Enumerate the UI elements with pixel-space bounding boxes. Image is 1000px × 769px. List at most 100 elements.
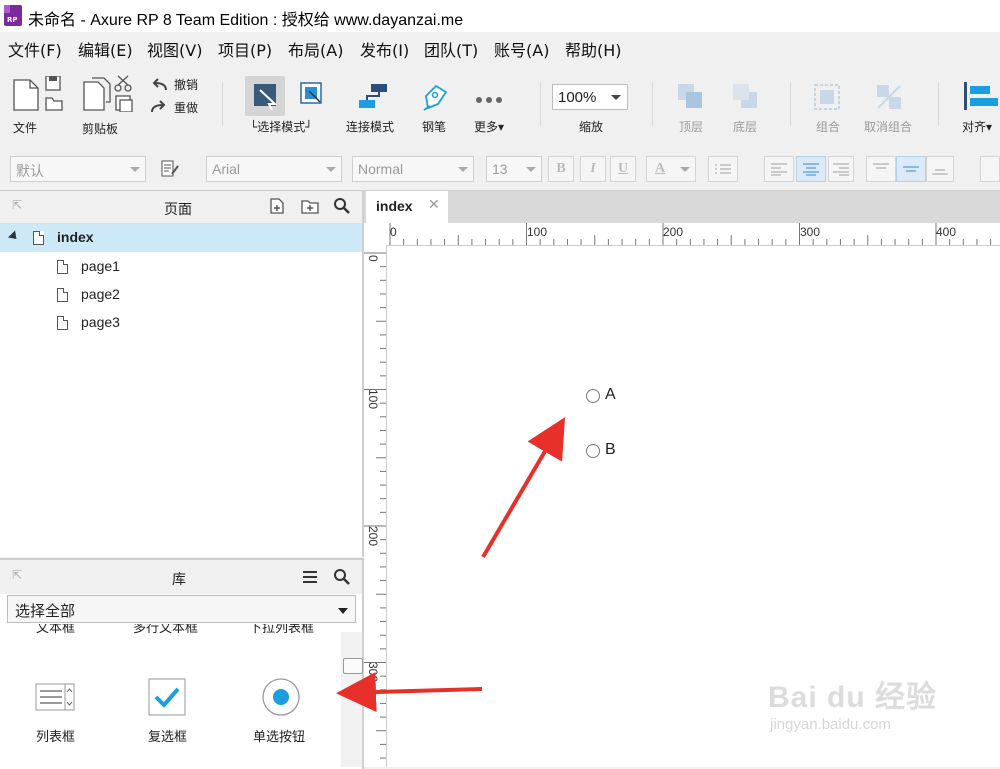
zoom-label: 缩放 [579, 120, 604, 134]
menu-help[interactable]: 帮助(H) [565, 37, 622, 61]
ruler-label: 100 [366, 389, 380, 410]
tab-index[interactable]: index ✕ [366, 191, 448, 223]
checkbox-widget-icon[interactable] [148, 678, 188, 722]
widget-label-checkbox[interactable]: 复选框 [148, 726, 187, 745]
pages-panel-header: ⇱ 页面 [0, 191, 362, 224]
title-bar: RP 未命名 - Axure RP 8 Team Edition : 授权给 w… [0, 0, 1000, 32]
align-top-icon[interactable] [866, 156, 896, 182]
page-icon [57, 288, 68, 302]
widget-label-radio-button[interactable]: 单选按钮 [253, 726, 305, 745]
ungroup-icon[interactable] [874, 82, 904, 116]
radio-button-widget-icon[interactable] [261, 677, 301, 721]
select-mode-label: └选择模式┘ [250, 120, 313, 134]
font-family-select[interactable]: Arial [206, 156, 342, 182]
menu-account[interactable]: 账号(A) [494, 37, 549, 61]
page-tree-item-page1[interactable]: page1 [81, 258, 120, 274]
search-icon[interactable] [333, 197, 351, 219]
file-new-icon[interactable] [10, 75, 70, 116]
watermark-url: jingyan.baidu.com [770, 716, 891, 733]
library-select-value: 选择全部 [15, 602, 76, 620]
library-select[interactable]: 选择全部 [7, 595, 356, 623]
bullet-list-icon[interactable] [708, 156, 738, 182]
bring-to-front-icon[interactable] [676, 82, 706, 116]
top-layer-label: 顶层 [679, 120, 704, 134]
connect-mode-icon[interactable] [357, 82, 389, 118]
page-icon [33, 231, 44, 245]
widget-label[interactable]: 多行文本框 [133, 624, 198, 636]
listbox-widget-icon[interactable] [35, 680, 75, 716]
zoom-select[interactable]: 100% [552, 84, 628, 110]
widget-label[interactable]: 下拉列表框 [249, 624, 314, 636]
close-icon[interactable]: ✕ [428, 197, 440, 213]
pen-icon[interactable] [422, 82, 450, 116]
add-folder-icon[interactable] [300, 197, 320, 219]
align-left-icon[interactable] [764, 156, 794, 182]
page-tree-item-page2[interactable]: page2 [81, 286, 120, 302]
radio-circle-icon[interactable] [586, 444, 600, 458]
ungroup-label: 取消组合 [864, 120, 913, 134]
align-middle-icon[interactable] [896, 156, 926, 182]
bold-button[interactable]: B [548, 156, 574, 182]
page-icon [57, 260, 68, 274]
vertical-ruler: 0 100 200 300 [364, 245, 387, 767]
menu-team[interactable]: 团队(T) [424, 37, 478, 61]
menu-icon[interactable] [301, 569, 319, 589]
widget-label[interactable]: 文本框 [36, 624, 75, 636]
fill-color-button[interactable] [980, 156, 1000, 182]
radio-label: A [605, 386, 616, 403]
redo-button[interactable]: 重做 [174, 99, 198, 116]
italic-button[interactable]: I [580, 156, 606, 182]
clipboard-icon[interactable] [80, 74, 136, 116]
widget-label-listbox[interactable]: 列表框 [36, 726, 75, 745]
watermark-brand: Bai du 经验 [768, 681, 938, 714]
font-color-button[interactable]: A [646, 156, 696, 182]
menu-view[interactable]: 视图(V) [147, 37, 202, 61]
undo-icon[interactable] [150, 77, 168, 96]
collapse-arrow-icon[interactable]: ⇱ [12, 198, 22, 212]
ruler-corner [364, 223, 387, 246]
ruler-label: 200 [663, 225, 684, 239]
underline-button[interactable]: U [610, 156, 636, 182]
menu-layout[interactable]: 布局(A) [288, 37, 343, 61]
send-to-back-icon[interactable] [731, 82, 761, 116]
align-button[interactable]: 对齐▾ [962, 118, 992, 135]
undo-button[interactable]: 撤销 [174, 76, 198, 93]
page-tree-item-index[interactable]: index [0, 224, 362, 252]
library-scrollbar[interactable] [341, 632, 363, 767]
style-edit-icon[interactable] [160, 160, 180, 182]
library-title: 库 [172, 572, 186, 588]
scrollbar-thumb[interactable] [343, 658, 363, 674]
library-panel-header: ⇱ 库 [0, 560, 362, 594]
select-mode-icon[interactable] [245, 76, 285, 116]
window-title: 未命名 - Axure RP 8 Team Edition : 授权给 www.… [28, 12, 464, 29]
radio-circle-icon[interactable] [586, 389, 600, 403]
tree-expand-icon[interactable] [7, 230, 21, 243]
chevron-down-icon [611, 95, 621, 100]
radio-label: B [605, 441, 616, 458]
baidu-watermark: Bai du 经验 jingyan.baidu.com [756, 660, 956, 750]
menu-publish[interactable]: 发布(I) [360, 37, 409, 61]
group-icon[interactable] [812, 82, 842, 116]
align-icon[interactable] [962, 80, 1000, 116]
ruler-label: 300 [366, 662, 380, 683]
align-center-icon[interactable] [796, 156, 826, 182]
font-size-select[interactable]: 13 [486, 156, 542, 182]
search-icon[interactable] [333, 568, 351, 590]
tab-label: index [376, 198, 413, 214]
canvas-tab-strip [364, 191, 1000, 223]
menu-edit[interactable]: 编辑(E) [78, 37, 133, 61]
page-tree-label: index [57, 229, 94, 245]
page-tree-item-page3[interactable]: page3 [81, 314, 120, 330]
add-page-icon[interactable] [268, 197, 286, 219]
redo-icon[interactable] [150, 99, 168, 118]
menu-project[interactable]: 项目(P) [218, 37, 272, 61]
intersect-select-icon[interactable] [296, 78, 326, 112]
align-bottom-icon[interactable] [926, 156, 954, 182]
collapse-arrow-icon[interactable]: ⇱ [12, 568, 22, 582]
style-select[interactable]: 默认 [10, 156, 146, 182]
font-weight-select[interactable]: Normal [352, 156, 474, 182]
more-button[interactable]: 更多▾ [474, 118, 504, 135]
align-right-icon[interactable] [828, 156, 854, 182]
more-dots-icon[interactable] [474, 90, 506, 109]
menu-file[interactable]: 文件(F) [8, 37, 62, 61]
